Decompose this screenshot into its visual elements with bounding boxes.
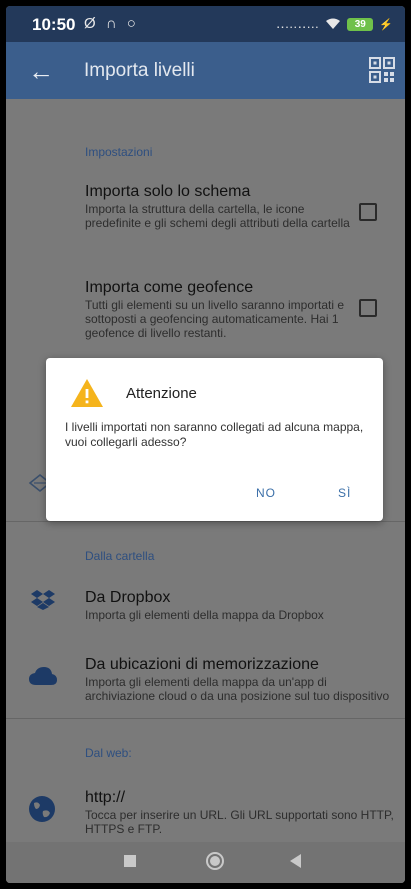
battery-icon: 39 xyxy=(347,17,374,31)
section-header-web: Dal web: xyxy=(85,746,132,760)
notification-icons: Ø ∩ ○ xyxy=(84,15,139,32)
option-geofence-title: Importa come geofence xyxy=(85,279,254,296)
qr-code-icon[interactable] xyxy=(369,57,395,83)
section-header-settings: Impostazioni xyxy=(85,145,153,159)
option-http-title: http:// xyxy=(85,789,126,806)
option-storage-desc: Importa gli elementi della mappa da un'a… xyxy=(85,675,390,703)
recents-icon[interactable] xyxy=(124,855,136,867)
option-dropbox-desc: Importa gli elementi della mappa da Drop… xyxy=(85,608,324,622)
dialog-message: I livelli importati non saranno collegat… xyxy=(65,420,364,449)
section-header-folder: Dalla cartella xyxy=(85,549,155,563)
dialog-title: Attenzione xyxy=(126,385,197,402)
nav-back-icon[interactable] xyxy=(290,854,301,868)
dropbox-icon xyxy=(31,590,55,610)
globe-icon xyxy=(29,796,55,822)
geofence-checkbox[interactable] xyxy=(359,299,377,317)
option-geofence-desc: Tutti gli elementi su un livello saranno… xyxy=(85,298,345,340)
option-storage-title: Da ubicazioni di memorizzazione xyxy=(85,656,319,673)
warning-icon xyxy=(71,379,103,407)
app-bar: ← Importa livelli xyxy=(6,42,405,99)
system-nav-bar xyxy=(6,842,405,883)
divider xyxy=(6,521,405,522)
back-arrow-icon[interactable]: ← xyxy=(28,56,54,87)
status-right-group: ‥…‥… 39 ⚡ xyxy=(276,16,393,32)
status-bar: 10:50 Ø ∩ ○ ‥…‥… 39 ⚡ xyxy=(6,6,405,42)
charging-icon: ⚡ xyxy=(379,18,393,31)
signal-icon: ‥…‥… xyxy=(275,16,320,31)
option-dropbox-title: Da Dropbox xyxy=(85,589,171,606)
warning-dialog: Attenzione I livelli importati non saran… xyxy=(46,358,383,521)
wifi-icon xyxy=(326,18,341,29)
dialog-no-button[interactable]: NO xyxy=(256,486,276,500)
dialog-yes-button[interactable]: SÌ xyxy=(338,486,351,500)
option-http-desc: Tocca per inserire un URL. Gli URL suppo… xyxy=(85,808,394,836)
status-time: 10:50 xyxy=(32,15,76,34)
home-icon[interactable] xyxy=(206,852,224,870)
page-title: Importa livelli xyxy=(84,60,195,81)
divider xyxy=(6,718,405,719)
option-schema-only-desc: Importa la struttura della cartella, le … xyxy=(85,202,350,230)
phone-screen: 10:50 Ø ∩ ○ ‥…‥… 39 ⚡ ← Importa livelli xyxy=(6,6,405,883)
option-schema-only-title: Importa solo lo schema xyxy=(85,183,251,200)
cloud-icon xyxy=(29,667,57,685)
schema-only-checkbox[interactable] xyxy=(359,203,377,221)
